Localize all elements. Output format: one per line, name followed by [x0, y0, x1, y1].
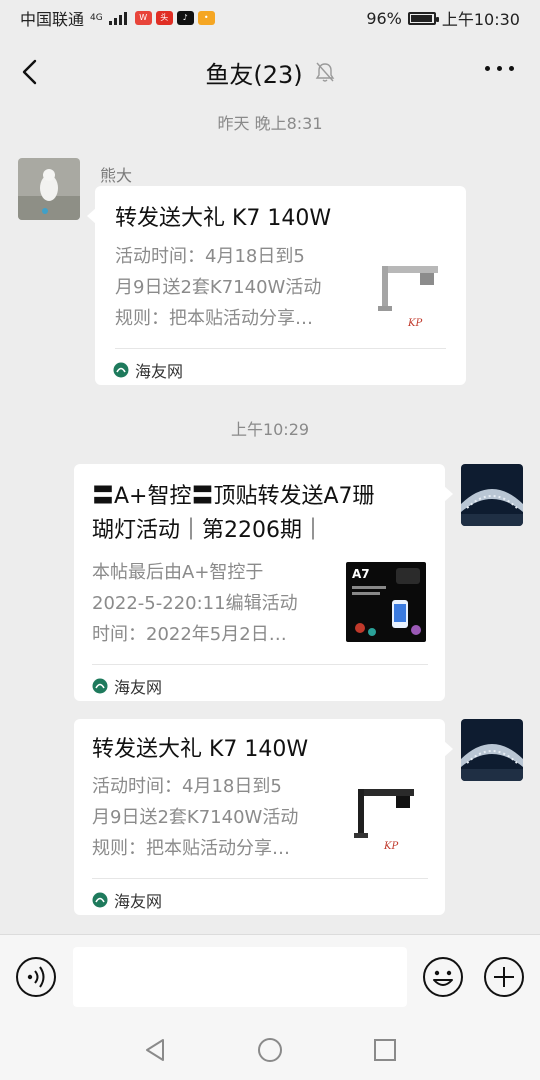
avatar-image — [461, 464, 523, 526]
mute-icon — [315, 62, 334, 82]
card-thumbnail: KP — [346, 777, 426, 857]
source-logo-icon — [113, 362, 129, 378]
card-source: 海友网 — [113, 358, 183, 382]
card-description-line: 时间：2022年5月2日… — [92, 624, 287, 645]
more-icon[interactable] — [485, 66, 514, 71]
toutiao-badge-icon: 头 — [155, 11, 173, 25]
link-card[interactable]: 转发送大礼 K7 140W 活动时间：4月18日到5 月9日送2套K7140W活… — [87, 186, 466, 385]
signal-icon — [108, 11, 127, 25]
avatar-image — [18, 158, 80, 220]
avatar[interactable] — [461, 464, 523, 526]
card-description-line: 本帖最后由A+智控于 — [92, 562, 264, 583]
weibo-badge-icon: W — [134, 11, 152, 25]
nav-recent-icon[interactable] — [371, 1036, 399, 1064]
app-badge-icon: • — [197, 11, 215, 25]
card-description-line: 规则：把本贴活动分享… — [115, 308, 313, 329]
source-logo-icon — [92, 892, 108, 908]
card-source: 海友网 — [92, 888, 162, 912]
lamp-image: KP — [370, 256, 450, 336]
card-title: 转发送大礼 K7 140W — [115, 206, 332, 231]
card-description-line: 月9日送2套K7140W活动 — [92, 807, 299, 828]
divider — [92, 878, 428, 879]
card-description-line: 活动时间：4月18日到5 — [92, 776, 282, 797]
thumb-label: A7 — [352, 567, 370, 581]
source-name: 海友网 — [114, 678, 163, 697]
card-thumbnail: KP — [370, 256, 450, 336]
carrier-name: 中国联通 — [20, 10, 85, 29]
message-input[interactable] — [73, 947, 407, 1007]
title-group: 鱼友(23) — [205, 55, 334, 90]
battery-icon — [407, 11, 439, 25]
source-name: 海友网 — [135, 362, 184, 381]
lamp-image: KP — [346, 777, 426, 857]
divider — [115, 348, 446, 349]
card-title: 〓A+智控〓顶贴转发送A7珊 瑚灯活动｜第2206期｜ — [92, 480, 432, 548]
card-description-line: 活动时间：4月18日到5 — [115, 246, 305, 267]
thumb-logo: KP — [407, 318, 422, 329]
card-title-line: 瑚灯活动｜第2206期｜ — [92, 518, 324, 543]
card-description-line: 规则：把本贴活动分享… — [92, 838, 290, 859]
sender-name: 熊大 — [100, 166, 133, 185]
emoji-icon[interactable] — [422, 956, 464, 998]
battery-percent: 96% — [366, 8, 402, 28]
card-description: 活动时间：4月18日到5 月9日送2套K7140W活动 规则：把本贴活动分享… — [115, 241, 360, 334]
divider — [92, 664, 428, 665]
chat-title: 鱼友(23) — [205, 60, 303, 89]
thumb-logo: KP — [383, 841, 398, 852]
clock: 上午10:30 — [441, 10, 520, 29]
card-description: 本帖最后由A+智控于 2022-5-220:11编辑活动 时间：2022年5月2… — [92, 557, 342, 650]
card-source: 海友网 — [92, 674, 162, 698]
product-image: A7 — [346, 562, 426, 642]
card-description-line: 2022-5-220:11编辑活动 — [92, 593, 298, 614]
card-description: 活动时间：4月18日到5 月9日送2套K7140W活动 规则：把本贴活动分享… — [92, 771, 342, 864]
card-description-line: 月9日送2套K7140W活动 — [115, 277, 322, 298]
plus-icon[interactable] — [483, 956, 525, 998]
tiktok-badge-icon: ♪ — [176, 11, 194, 25]
card-title: 转发送大礼 K7 140W — [92, 737, 309, 762]
nav-home-icon[interactable] — [256, 1036, 284, 1064]
card-title-line: 〓A+智控〓顶贴转发送A7珊 — [92, 484, 375, 509]
link-card[interactable]: 〓A+智控〓顶贴转发送A7珊 瑚灯活动｜第2206期｜ 本帖最后由A+智控于 2… — [74, 464, 453, 701]
chat-header: 鱼友(23) — [0, 36, 540, 108]
back-icon[interactable] — [18, 58, 44, 86]
status-bar: 中国联通 4G W 头 ♪ • 96% 上午10:30 — [0, 0, 540, 36]
carrier-group: 中国联通 4G — [20, 6, 127, 30]
avatar[interactable] — [461, 719, 523, 781]
timestamp: 上午10:29 — [230, 420, 310, 439]
source-name: 海友网 — [114, 892, 163, 911]
timestamp: 昨天 晚上8:31 — [217, 114, 323, 133]
avatar-image — [461, 719, 523, 781]
status-right: 96% 上午10:30 — [366, 6, 520, 30]
system-nav-bar — [0, 1020, 540, 1080]
network-type: 4G — [90, 12, 103, 23]
source-logo-icon — [92, 678, 108, 694]
input-bar — [0, 934, 540, 1020]
nav-back-icon[interactable] — [141, 1036, 169, 1064]
link-card[interactable]: 转发送大礼 K7 140W 活动时间：4月18日到5 月9日送2套K7140W活… — [74, 719, 453, 915]
notification-badges: W 头 ♪ • — [134, 11, 215, 25]
card-thumbnail: A7 — [346, 562, 426, 642]
avatar[interactable] — [18, 158, 80, 220]
voice-icon[interactable] — [15, 956, 57, 998]
